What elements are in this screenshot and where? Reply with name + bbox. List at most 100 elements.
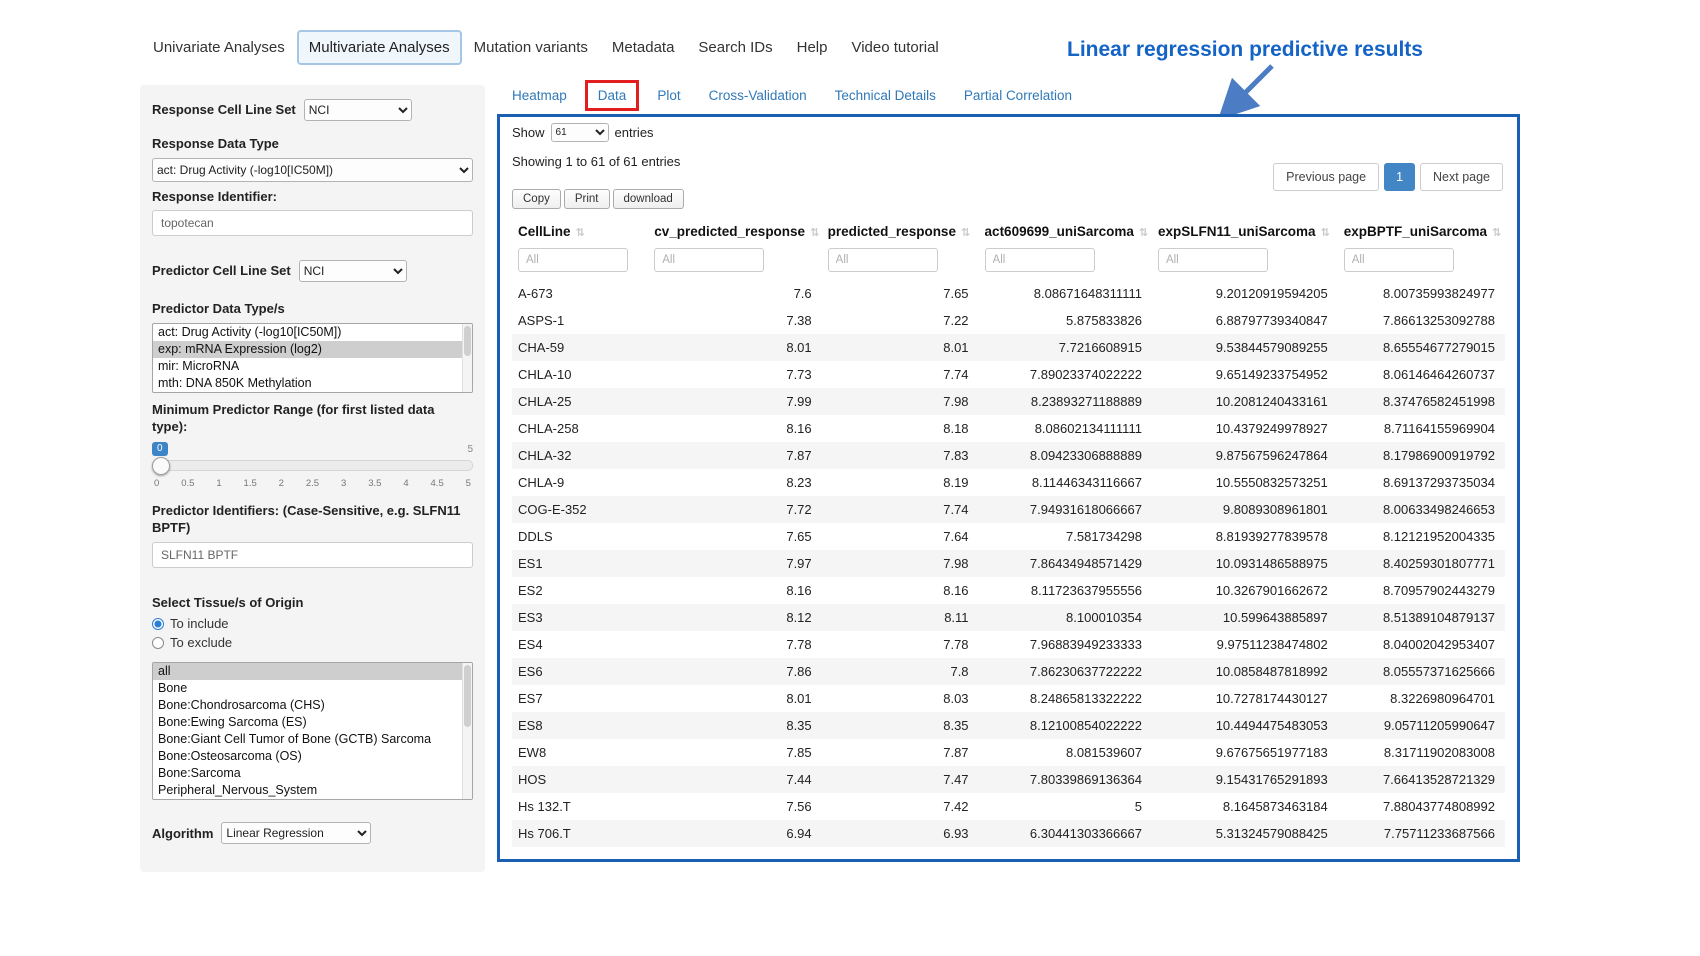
column-header-expslfn11-unisarcoma[interactable]: expSLFN11_uniSarcoma⇅	[1152, 215, 1338, 246]
tab-heatmap[interactable]: Heatmap	[512, 88, 567, 103]
filter-input-act609699-unisarcoma[interactable]	[985, 248, 1095, 272]
nav-item-univariate-analyses[interactable]: Univariate Analyses	[141, 30, 297, 65]
table-row[interactable]: EW87.857.878.0815396079.676756519771838.…	[512, 739, 1505, 766]
value-cell: 8.16	[822, 577, 979, 604]
nav-item-multivariate-analyses[interactable]: Multivariate Analyses	[297, 30, 462, 65]
predictor-data-type-option-mir-microrna[interactable]: mir: MicroRNA	[153, 358, 472, 375]
table-row[interactable]: DDLS7.657.647.5817342988.819392778395788…	[512, 523, 1505, 550]
value-cell: 8.31711902083008	[1338, 739, 1505, 766]
sort-icon[interactable]: ⇅	[810, 227, 819, 239]
next-page-button[interactable]: Next page	[1420, 163, 1503, 191]
predictor-data-type-option-act-drug-activity-log10-ic50m[interactable]: act: Drug Activity (-log10[IC50M])	[153, 324, 472, 341]
table-row[interactable]: CHA-598.018.017.72166089159.538445790892…	[512, 334, 1505, 361]
tissue-option-bone-ewing-sarcoma-es[interactable]: Bone:Ewing Sarcoma (ES)	[153, 714, 472, 731]
entries-count-select[interactable]: 61	[551, 123, 609, 142]
table-row[interactable]: ES67.867.87.8623063772222210.08584878189…	[512, 658, 1505, 685]
sort-icon[interactable]: ⇅	[576, 227, 585, 239]
tissue-option-bone[interactable]: Bone	[153, 680, 472, 697]
sort-icon[interactable]: ⇅	[1321, 227, 1330, 239]
tissue-option-bone-chondrosarcoma-chs[interactable]: Bone:Chondrosarcoma (CHS)	[153, 697, 472, 714]
table-row[interactable]: Hs 706.T6.946.936.304413033666675.313245…	[512, 820, 1505, 847]
cellline-cell: CHLA-9	[512, 469, 648, 496]
column-header-cv-predicted-response[interactable]: cv_predicted_response⇅	[648, 215, 821, 246]
algorithm-select[interactable]: Linear Regression	[221, 822, 371, 844]
download-button[interactable]: download	[613, 189, 684, 209]
table-row[interactable]: CHLA-2588.168.188.0860213411111110.43792…	[512, 415, 1505, 442]
predictor-data-type-option-mth-dna-850k-methylation[interactable]: mth: DNA 850K Methylation	[153, 375, 472, 392]
value-cell: 9.15431765291893	[1152, 766, 1338, 793]
response-data-type-select[interactable]: act: Drug Activity (-log10[IC50M])	[152, 158, 473, 182]
table-row[interactable]: ASPS-17.387.225.8758338266.8879773934084…	[512, 307, 1505, 334]
table-row[interactable]: ES17.977.987.8643494857142910.0931486588…	[512, 550, 1505, 577]
min-predictor-range-slider[interactable]: 0 5 00.511.522.533.544.55	[152, 442, 473, 494]
column-header-cellline[interactable]: CellLine⇅	[512, 215, 648, 246]
slider-tick-label: 0.5	[181, 478, 194, 489]
slider-handle[interactable]	[152, 457, 170, 475]
table-row[interactable]: CHLA-327.877.838.094233068888899.8756759…	[512, 442, 1505, 469]
tissue-option-bone-sarcoma[interactable]: Bone:Sarcoma	[153, 765, 472, 782]
column-header-predicted-response[interactable]: predicted_response⇅	[822, 215, 979, 246]
filter-input-cellline[interactable]	[518, 248, 628, 272]
table-row[interactable]: ES78.018.038.2486581332222210.7278174430…	[512, 685, 1505, 712]
nav-item-help[interactable]: Help	[785, 30, 840, 65]
tissue-exclude-radio[interactable]: To exclude	[152, 635, 473, 650]
nav-item-mutation-variants[interactable]: Mutation variants	[462, 30, 600, 65]
slider-track[interactable]	[152, 460, 473, 471]
table-row[interactable]: A-6737.67.658.086716483111119.2012091959…	[512, 280, 1505, 307]
cellline-cell: ES4	[512, 631, 648, 658]
filter-input-predicted-response[interactable]	[828, 248, 938, 272]
table-filter-row	[512, 246, 1505, 280]
table-row[interactable]: ES28.168.168.1172363795555610.3267901662…	[512, 577, 1505, 604]
previous-page-button[interactable]: Previous page	[1273, 163, 1379, 191]
nav-item-search-ids[interactable]: Search IDs	[686, 30, 784, 65]
listbox-scrollbar[interactable]	[462, 324, 472, 392]
predictor-data-types-label: Predictor Data Type/s	[152, 300, 473, 318]
tissue-option-peripheral-nervous-system[interactable]: Peripheral_Nervous_System	[153, 782, 472, 799]
tab-cross-validation[interactable]: Cross-Validation	[709, 88, 807, 103]
sort-icon[interactable]: ⇅	[1492, 227, 1501, 239]
table-row[interactable]: ES38.128.118.10001035410.5996438858978.5…	[512, 604, 1505, 631]
filter-input-expslfn11-unisarcoma[interactable]	[1158, 248, 1268, 272]
tab-data[interactable]: Data	[585, 80, 640, 111]
value-cell: 7.64	[822, 523, 979, 550]
listbox-scrollbar[interactable]	[462, 663, 472, 799]
nav-item-video-tutorial[interactable]: Video tutorial	[839, 30, 950, 65]
current-page-button[interactable]: 1	[1384, 163, 1415, 191]
value-cell: 7.96883949233333	[979, 631, 1152, 658]
scrollbar-thumb[interactable]	[464, 326, 471, 357]
copy-button[interactable]: Copy	[512, 189, 561, 209]
nav-item-metadata[interactable]: Metadata	[600, 30, 687, 65]
tissue-option-bone-osteosarcoma-os[interactable]: Bone:Osteosarcoma (OS)	[153, 748, 472, 765]
response-cell-line-set-select[interactable]: NCI	[304, 99, 412, 121]
tissue-option-bone-giant-cell-tumor-of-bone-gctb-sarcoma[interactable]: Bone:Giant Cell Tumor of Bone (GCTB) Sar…	[153, 731, 472, 748]
table-row[interactable]: Hs 132.T7.567.4258.16458734631847.880437…	[512, 793, 1505, 820]
tissue-include-radio[interactable]: To include	[152, 616, 473, 631]
tab-technical-details[interactable]: Technical Details	[835, 88, 936, 103]
value-cell: 7.86	[648, 658, 821, 685]
response-identifier-input[interactable]	[152, 210, 473, 236]
table-row[interactable]: HOS7.447.477.803398691363649.15431765291…	[512, 766, 1505, 793]
table-row[interactable]: ES47.787.787.968839492333339.97511238474…	[512, 631, 1505, 658]
filter-input-cv-predicted-response[interactable]	[654, 248, 764, 272]
filter-input-expbptf-unisarcoma[interactable]	[1344, 248, 1454, 272]
tab-plot[interactable]: Plot	[657, 88, 680, 103]
sort-icon[interactable]: ⇅	[961, 227, 970, 239]
predictor-identifiers-input[interactable]	[152, 542, 473, 568]
cellline-cell: ES6	[512, 658, 648, 685]
table-row[interactable]: CHLA-257.997.988.2389327118888910.208124…	[512, 388, 1505, 415]
tissue-option-all[interactable]: all	[153, 663, 472, 680]
table-row[interactable]: COG-E-3527.727.747.949316180666679.80893…	[512, 496, 1505, 523]
predictor-data-type-option-exp-mrna-expression-log2[interactable]: exp: mRNA Expression (log2)	[153, 341, 472, 358]
predictor-cell-line-set-select[interactable]: NCI	[299, 260, 407, 282]
sort-icon[interactable]: ⇅	[1139, 227, 1148, 239]
tab-partial-correlation[interactable]: Partial Correlation	[964, 88, 1072, 103]
predictor-data-types-listbox[interactable]: act: Drug Activity (-log10[IC50M])exp: m…	[152, 323, 473, 393]
table-row[interactable]: CHLA-107.737.747.890233740222229.6514923…	[512, 361, 1505, 388]
table-row[interactable]: ES88.358.358.1210085402222210.4494475483…	[512, 712, 1505, 739]
scrollbar-thumb[interactable]	[464, 665, 471, 726]
column-header-act609699-unisarcoma[interactable]: act609699_uniSarcoma⇅	[979, 215, 1152, 246]
column-header-expbptf-unisarcoma[interactable]: expBPTF_uniSarcoma⇅	[1338, 215, 1505, 246]
print-button[interactable]: Print	[564, 189, 610, 209]
tissue-listbox[interactable]: allBoneBone:Chondrosarcoma (CHS)Bone:Ewi…	[152, 662, 473, 800]
table-row[interactable]: CHLA-98.238.198.1144634311666710.5550832…	[512, 469, 1505, 496]
